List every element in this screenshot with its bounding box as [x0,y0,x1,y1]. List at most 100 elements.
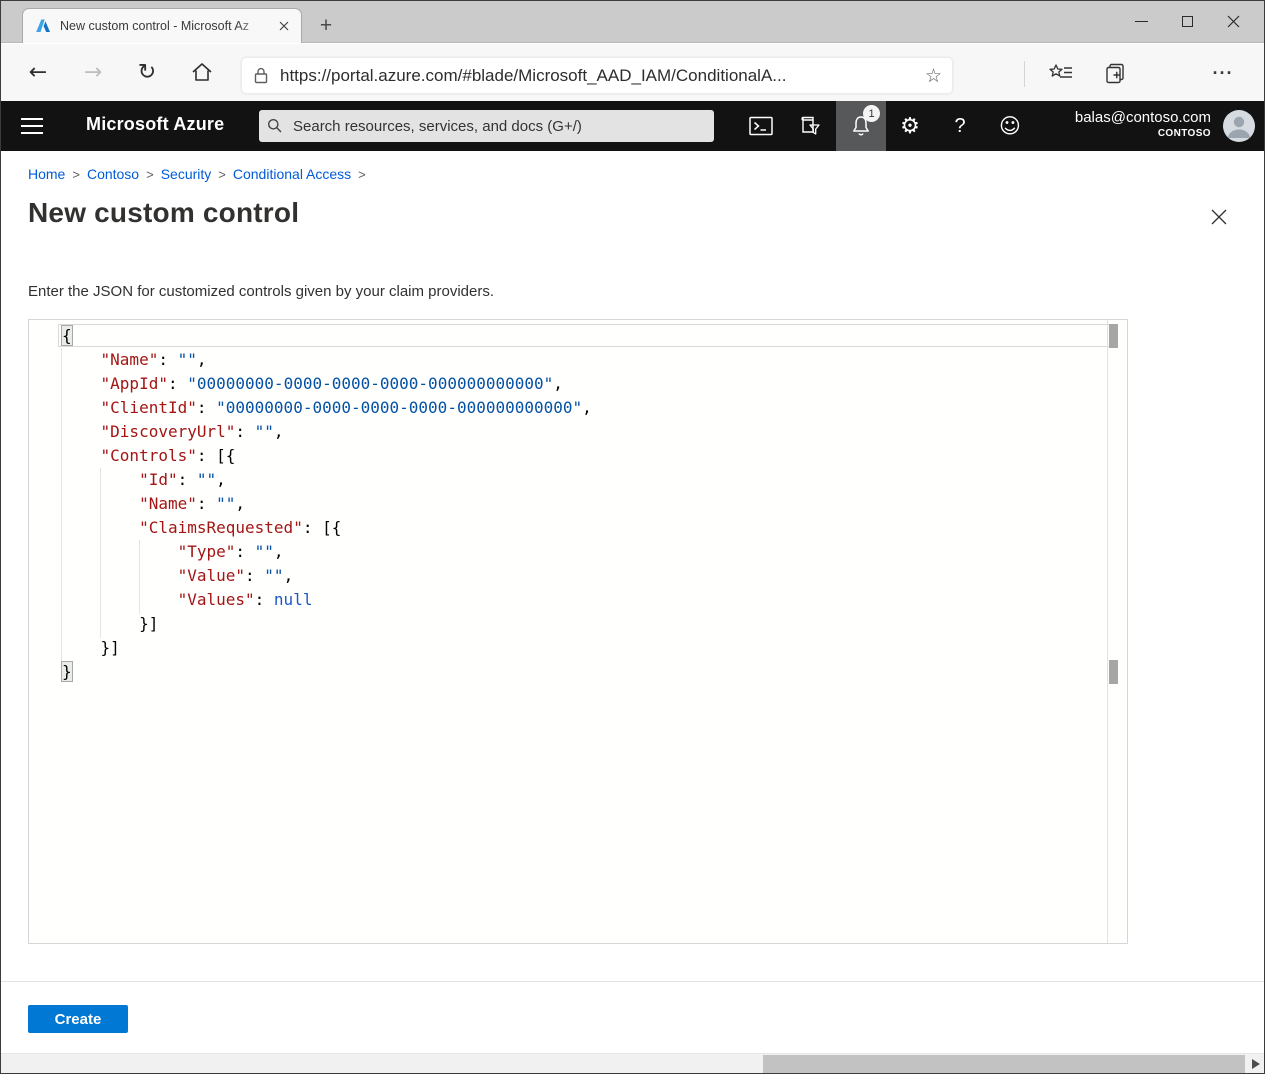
code-token: "" [197,470,216,489]
code-line: }] [29,636,1107,660]
azure-brand[interactable]: Microsoft Azure [86,114,224,135]
code-token: : [197,494,216,513]
code-token: { [61,325,73,346]
code-token: : [255,590,274,609]
breadcrumb-separator: > [146,167,154,182]
browser-menu-icon[interactable]: ··· [1206,56,1240,90]
code-line: { [29,324,1107,348]
browser-tab[interactable]: New custom control - Microsoft Az [22,8,302,43]
code-token [62,446,101,465]
overview-ruler-mark[interactable] [1109,324,1118,348]
code-line: }] [29,612,1107,636]
code-token: "Controls" [101,446,197,465]
code-token: "Value" [178,566,245,585]
refresh-icon[interactable]: ↻ [131,56,163,88]
forward-icon: → [77,56,109,88]
code-line: "Values": null [29,588,1107,612]
tab-title: New custom control - Microsoft Az [60,19,275,33]
breadcrumb-separator: > [72,167,80,182]
close-window-button[interactable] [1210,4,1256,38]
overview-ruler-mark[interactable] [1109,660,1118,684]
favorites-bar-icon[interactable] [1044,56,1078,90]
blade-close-icon[interactable] [1210,208,1228,226]
breadcrumb-link[interactable]: Conditional Access [233,166,351,182]
code-line: } [29,660,1107,684]
browser-window: New custom control - Microsoft Az + ← → … [0,0,1265,1074]
code-token [62,494,139,513]
settings-gear-icon[interactable]: ⚙ [888,101,932,151]
code-token: "Values" [178,590,255,609]
code-line: "DiscoveryUrl": "", [29,420,1107,444]
code-line: "ClientId": "00000000-0000-0000-0000-000… [29,396,1107,420]
code-token: "" [264,566,283,585]
code-token: : [235,542,254,561]
account-email: balas@contoso.com [1075,108,1211,127]
url-text[interactable]: https://portal.azure.com/#blade/Microsof… [280,66,925,86]
collections-icon[interactable] [1098,56,1132,90]
help-icon[interactable]: ? [938,101,982,151]
home-icon[interactable] [186,56,218,88]
address-bar[interactable]: https://portal.azure.com/#blade/Microsof… [241,57,953,94]
code-token: : [178,470,197,489]
code-token: "DiscoveryUrl" [101,422,236,441]
new-tab-button[interactable]: + [313,13,339,39]
editor-code-area[interactable]: { "Name": "", "AppId": "00000000-0000-00… [29,320,1107,943]
code-token: null [274,590,313,609]
code-line: "Type": "", [29,540,1107,564]
code-token: "Type" [178,542,236,561]
breadcrumb-link[interactable]: Contoso [87,166,139,182]
feedback-smiley-icon[interactable]: ☺ [988,101,1032,151]
browser-toolbar: ← → ↻ https://portal.azure.com/#blade/Mi… [1,44,1264,101]
minimize-button[interactable] [1118,4,1164,38]
horizontal-scrollbar[interactable] [1,1053,1264,1073]
directory-filter-icon[interactable] [788,101,832,151]
code-token [62,590,178,609]
code-token [62,398,101,417]
breadcrumb-link[interactable]: Home [28,166,65,182]
code-token: , [582,398,592,417]
azure-favicon-icon [35,18,51,34]
code-token: , [284,566,294,585]
blade-description: Enter the JSON for customized controls g… [28,283,494,300]
cloud-shell-icon[interactable] [739,101,783,151]
code-line: "Value": "", [29,564,1107,588]
azure-topbar: Microsoft Azure 1 ⚙ ? ☺ balas@contoso.co… [1,101,1264,151]
back-icon[interactable]: ← [22,56,54,88]
code-token [62,566,178,585]
lock-icon [254,67,268,84]
portal-menu-icon[interactable] [21,118,43,139]
code-lines: { "Name": "", "AppId": "00000000-0000-00… [29,324,1107,684]
maximize-button[interactable] [1164,4,1210,38]
breadcrumb-link[interactable]: Security [161,166,212,182]
code-token: , [216,470,226,489]
favorite-star-icon[interactable]: ☆ [925,65,942,87]
code-token: "" [216,494,235,513]
code-line: "Id": "", [29,468,1107,492]
search-input[interactable] [291,117,706,136]
notification-count-badge: 1 [863,105,880,122]
code-line: "AppId": "00000000-0000-0000-0000-000000… [29,372,1107,396]
page-title: New custom control [28,197,299,229]
code-token: , [274,422,284,441]
code-token: "00000000-0000-0000-0000-000000000000" [216,398,582,417]
horizontal-scrollbar-thumb[interactable] [763,1055,1245,1073]
footer-divider [1,981,1264,982]
code-token: : [{ [303,518,342,537]
code-token: , [235,494,245,513]
scroll-right-arrow-icon[interactable] [1252,1059,1260,1069]
code-token: "Name" [101,350,159,369]
notifications-button[interactable]: 1 [836,101,886,151]
account-info[interactable]: balas@contoso.com CONTOSO [1075,108,1211,140]
tab-close-icon[interactable] [275,17,293,35]
code-token: : [168,374,187,393]
code-token: } [61,661,73,682]
code-token: , [197,350,207,369]
portal-search[interactable] [259,110,714,142]
code-token: : [245,566,264,585]
create-button[interactable]: Create [28,1005,128,1033]
json-editor[interactable]: { "Name": "", "AppId": "00000000-0000-00… [28,319,1128,944]
breadcrumb-separator: > [358,167,366,182]
avatar[interactable] [1223,110,1255,142]
code-token: "" [255,542,274,561]
code-token: "Id" [139,470,178,489]
